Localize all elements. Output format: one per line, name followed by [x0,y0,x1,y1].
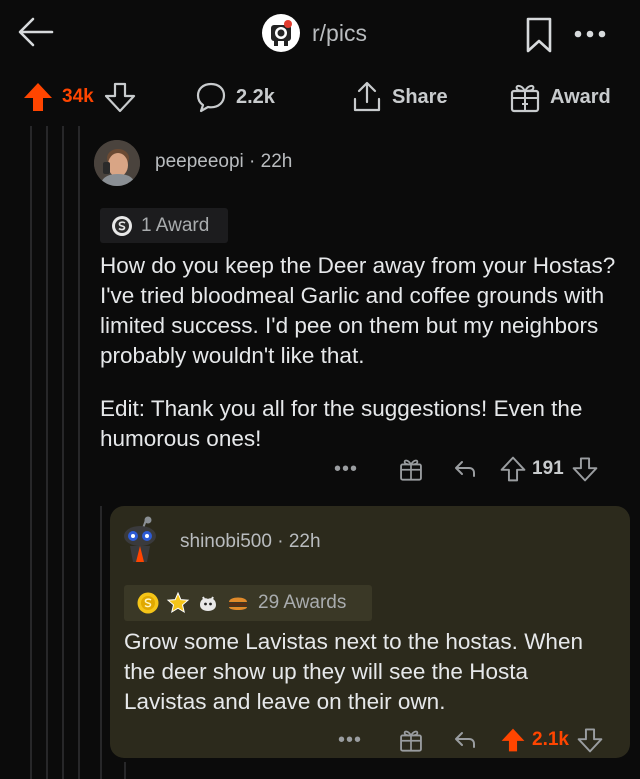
bookmark-icon [526,17,552,53]
gift-icon [510,84,540,113]
comment-author[interactable]: peepeeopi [155,151,244,172]
share-icon [353,81,381,112]
comment-body: Grow some Lavistas next to the hostas. W… [124,627,604,717]
more-horizontal-icon: ••• [337,728,362,751]
comment-author[interactable]: shinobi500 [180,531,272,552]
award-button[interactable] [396,723,426,757]
comment-actions: ••• 191 [332,452,622,486]
upvote-arrow-icon[interactable] [22,81,54,113]
comment-bubble-icon [196,82,226,113]
burger-award-icon [229,597,247,610]
comment-meta: peepeeopi · 22h [155,151,292,173]
comment-score: 2.1k [532,729,569,750]
post-vote-group: 34k [22,80,136,114]
post-action-bar: 34k 2.2k Share Award [0,72,640,122]
subreddit-name[interactable]: r/pics [312,20,367,47]
subreddit-avatar [262,14,300,52]
reply-icon [455,732,475,748]
silver-award-icon [112,215,132,236]
comment-vote-group: 191 [500,452,622,486]
thread-line[interactable] [62,126,64,779]
downvote-arrow-icon[interactable] [104,81,136,113]
comment-body: How do you keep the Deer away from your … [100,251,620,454]
comment-paragraph: Edit: Thank you all for the suggestions!… [100,396,583,451]
award-button[interactable] [396,452,426,486]
comment-age: 22h [260,151,293,172]
award-label: Award [550,85,611,108]
gold-award-icon [137,592,159,614]
arrow-left-icon [18,17,54,47]
wholesome-award-icon [200,596,216,611]
share-button[interactable]: Share [350,80,448,114]
comment-vote-group: 2.1k [500,723,622,757]
reply-button[interactable] [450,452,480,486]
meta-separator: · [277,531,284,552]
reply-button[interactable] [450,723,480,757]
avatar[interactable] [118,514,162,564]
comment-paragraph: How do you keep the Deer away from your … [100,253,616,368]
post-score: 34k [62,86,94,107]
comment-actions: ••• 2.1k [336,723,622,757]
subreddit-header[interactable]: r/pics [262,14,367,52]
more-options-button[interactable] [570,26,610,42]
gift-icon [400,730,422,752]
top-nav: r/pics [0,0,640,66]
awards-chip[interactable]: 29 Awards [124,585,372,621]
back-button[interactable] [16,12,56,52]
more-options-button[interactable]: ••• [332,452,360,486]
awards-count: 1 Award [141,214,210,236]
meta-separator: · [249,151,256,172]
bookmark-button[interactable] [522,16,556,54]
comment-count: 2.2k [236,85,275,108]
upvote-arrow-icon[interactable] [500,727,526,753]
comment-age: 22h [288,531,321,552]
more-options-button[interactable]: ••• [336,723,364,757]
gift-icon [400,459,422,481]
star-award-icon [166,591,190,614]
avatar[interactable] [94,140,140,186]
award-button[interactable]: Award [508,80,611,114]
comment-paragraph: Grow some Lavistas next to the hostas. W… [124,629,583,714]
awards-count: 29 Awards [258,592,347,613]
thread-line[interactable] [30,126,32,779]
more-horizontal-icon: ••• [333,457,358,480]
comment-meta: shinobi500 · 22h [180,531,321,553]
downvote-arrow-icon[interactable] [577,727,603,753]
reply-icon [455,461,475,477]
thread-line[interactable] [46,126,48,779]
upvote-arrow-icon[interactable] [500,456,526,482]
more-horizontal-icon [574,30,606,38]
thread-line[interactable] [100,506,102,779]
thread-line[interactable] [78,126,80,779]
share-label: Share [392,85,448,108]
thread-line[interactable] [124,762,126,779]
awards-chip[interactable]: 1 Award [100,208,228,243]
comments-button[interactable]: 2.2k [194,80,275,114]
downvote-arrow-icon[interactable] [572,456,598,482]
comment-score: 191 [532,458,564,479]
